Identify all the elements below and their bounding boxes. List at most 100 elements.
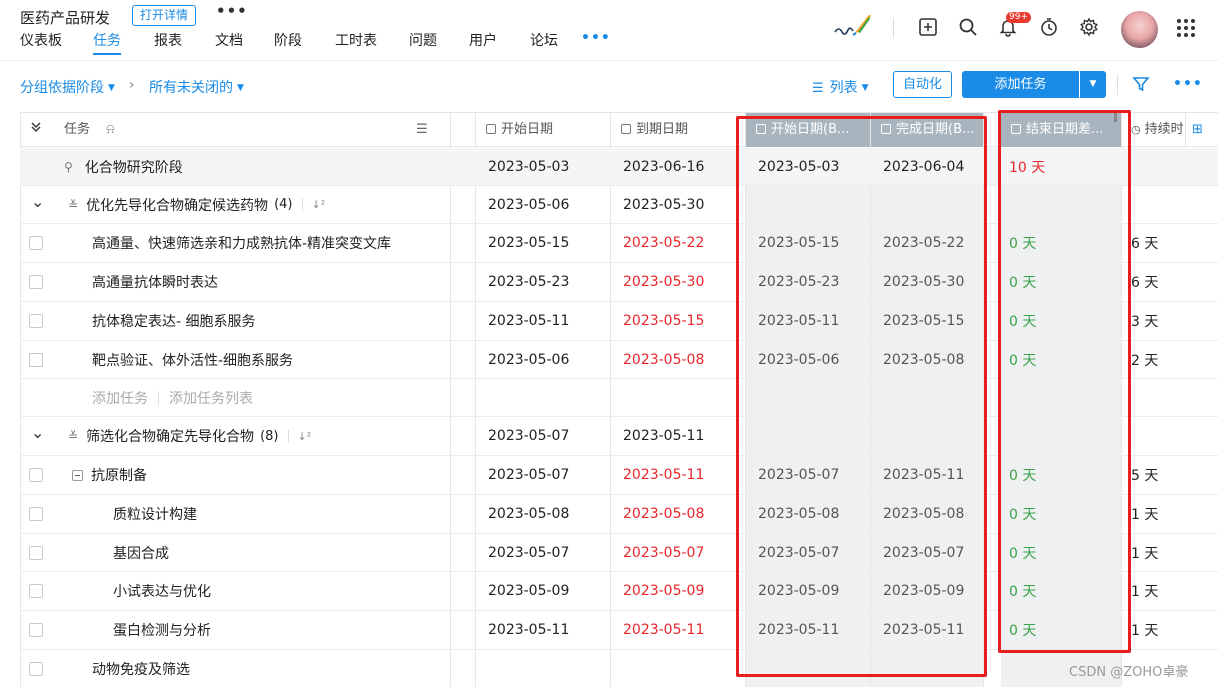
due-date-value: 2023-05-30 [623,196,705,213]
duration-cell: 5 天 [1123,456,1185,494]
task-name-cell[interactable]: 蛋白检测与分析 [54,611,450,649]
collapse-all-icon[interactable] [20,113,54,147]
calendar-icon [621,123,631,134]
filter-dropdown[interactable]: 所有未关闭的 ▼ [149,77,244,97]
start-date-value: 2023-05-11 [488,313,570,329]
row-control [20,456,54,494]
column-settings-icon[interactable]: ☰ [416,113,428,147]
collapse-subtasks-icon[interactable] [72,469,83,481]
filter-icon[interactable] [1132,75,1150,93]
column-header-task[interactable]: 任务 ⍾ ☰ [54,113,450,147]
row-checkbox[interactable] [29,545,43,560]
add-column-icon[interactable]: ⊞ [1185,113,1218,147]
task-name-cell[interactable]: 质粒设计构建 [54,495,450,533]
task-name-cell[interactable]: ⚲ 化合物研究阶段 [54,148,450,185]
row-checkbox[interactable] [29,507,43,521]
add-task-button[interactable]: 添加任务 [962,71,1079,98]
row-checkbox[interactable] [29,275,43,289]
task-list-name: 筛选化合物确定先导化合物 [86,429,255,445]
column-header-due-date[interactable]: 到期日期 [611,113,746,147]
notification-badge: 99+ [1006,12,1031,23]
task-name: 靶点验证、体外活性-细胞系服务 [92,352,294,369]
header-divider [893,18,894,38]
duration-value: 1 天 [1131,584,1159,600]
search-icon[interactable] [958,17,978,37]
sort-icon[interactable]: ↓² [302,198,325,211]
due-date-cell: 2023-05-11 [611,611,746,649]
view-switcher[interactable]: ☰ 列表 ▼ [812,77,869,97]
apps-grid-icon[interactable] [1177,19,1195,37]
gear-icon[interactable] [1079,17,1099,37]
task-name-cell[interactable]: 抗原制备 [54,456,450,494]
project-more-button[interactable]: ••• [216,2,248,20]
automation-button[interactable]: 自动化 [893,71,952,98]
nav-more-button[interactable]: ••• [581,30,611,46]
tab-users[interactable]: 用户 [469,30,497,50]
duration-value: 1 天 [1131,623,1159,639]
task-list-icon: ≚ [68,197,79,212]
add-task-link[interactable]: 添加任务 [92,388,148,408]
start-date-value: 2023-05-15 [488,235,570,251]
group-by-dropdown[interactable]: 分组依据阶段 ▼ [20,77,115,97]
row-checkbox[interactable] [29,352,43,367]
tab-issues[interactable]: 问题 [409,30,437,50]
task-name-cell[interactable]: ≚ 筛选化合物确定先导化合物 (8) ↓² [54,417,450,455]
start-date-cell: 2023-05-03 [476,148,611,185]
row-checkbox[interactable] [29,236,43,250]
due-date-value: 2023-05-07 [623,544,705,561]
tab-forums[interactable]: 论坛 [530,30,558,50]
task-name-cell[interactable]: ≚ 优化先导化合物确定候选药物 (4) ↓² [54,186,450,223]
add-icon[interactable] [918,17,938,37]
highlight-box-baseline [736,116,987,677]
add-task-list-link[interactable]: 添加任务列表 [169,388,253,408]
row-checkbox[interactable] [29,661,43,676]
reminder-icon[interactable]: ⍾ [106,122,115,137]
tab-reports[interactable]: 报表 [154,30,182,50]
due-date-value: 2023-05-11 [623,467,705,483]
task-name-cell[interactable]: 抗体稳定表达- 细胞系服务 [54,302,450,340]
chevron-right-icon: › [129,77,135,93]
row-checkbox[interactable] [29,584,43,598]
row-control [20,302,54,340]
tab-documents[interactable]: 文档 [215,30,243,50]
start-date-cell: 2023-05-06 [476,341,611,378]
row-control: ⌄ [20,417,54,455]
tab-dashboard[interactable]: 仪表板 [20,30,62,50]
chevron-down-icon[interactable]: ⌄ [31,192,44,211]
chevron-down-icon[interactable]: ⌄ [31,423,44,442]
tab-timesheets[interactable]: 工时表 [335,30,377,50]
task-name-cell[interactable]: 高通量、快速筛选亲和力成熟抗体-精准突变文库 [54,224,450,262]
row-checkbox[interactable] [29,623,43,637]
task-name-cell[interactable]: 动物免疫及筛选 [54,650,450,687]
column-header-duration[interactable]: ◷ 持续时 [1123,113,1185,147]
duration-value: 3 天 [1131,314,1159,330]
add-task-dropdown-button[interactable]: ▼ [1080,71,1106,98]
due-date-value: 2023-05-08 [623,351,705,368]
row-checkbox[interactable] [29,468,43,482]
user-avatar[interactable] [1121,11,1158,48]
timer-icon[interactable] [1039,17,1059,37]
row-checkbox[interactable] [29,314,43,328]
due-date-value: 2023-05-08 [623,506,705,522]
task-name-cell[interactable]: 基因合成 [54,534,450,571]
column-header-start-date[interactable]: 开始日期 [476,113,611,147]
due-date-cell: 2023-05-30 [611,263,746,301]
due-date-value: 2023-05-11 [623,622,705,638]
row-control [20,611,54,649]
start-date-value: 2023-05-06 [488,351,570,368]
chevron-down-icon: ▼ [108,83,115,93]
row-control [20,379,54,416]
start-date-cell: 2023-05-11 [476,611,611,649]
sort-icon[interactable]: ↓² [288,429,311,443]
tab-phases[interactable]: 阶段 [274,30,302,50]
more-options-icon[interactable]: ••• [1173,76,1203,92]
open-detail-button[interactable]: 打开详情 [132,5,196,26]
duration-cell [1123,417,1185,455]
task-name-cell[interactable]: 高通量抗体瞬时表达 [54,263,450,301]
task-name-cell[interactable]: 靶点验证、体外活性-细胞系服务 [54,341,450,378]
tab-tasks[interactable]: 任务 [93,30,121,50]
task-list-icon: ≚ [68,429,79,443]
project-title[interactable]: 医药产品研发 [20,7,110,28]
due-date-cell [611,650,746,687]
task-name-cell[interactable]: 小试表达与优化 [54,572,450,610]
